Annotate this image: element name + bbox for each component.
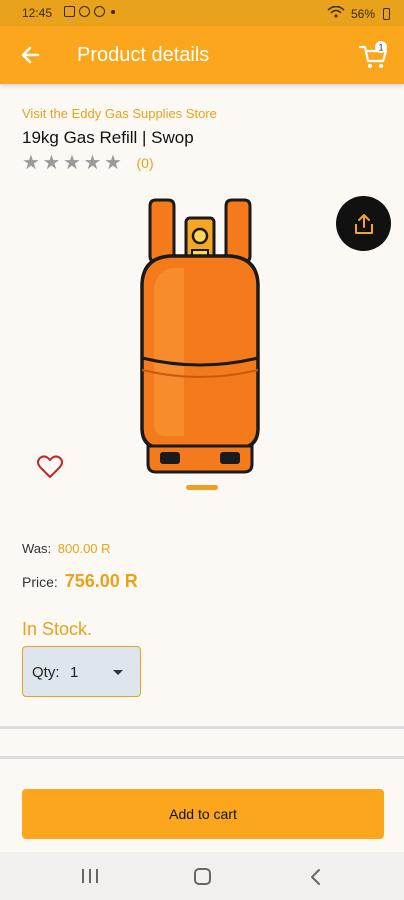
star-icon: ★ [104, 152, 122, 174]
gallery-notification-icon [64, 6, 75, 17]
nav-back-icon[interactable] [309, 868, 323, 886]
price-row: Price: 756.00 R [22, 571, 138, 592]
qty-label: Qty: [32, 664, 60, 681]
recent-apps-icon[interactable] [82, 869, 98, 883]
star-icon: ★ [42, 152, 61, 174]
heart-icon[interactable] [36, 454, 64, 480]
system-nav-bar [0, 852, 404, 900]
app-notification-icon [94, 6, 105, 17]
star-icon: ★ [22, 152, 40, 174]
was-price: 800.00 R [57, 541, 111, 556]
add-to-cart-button[interactable]: Add to cart [22, 789, 384, 839]
was-label: Was: [22, 541, 52, 556]
more-notifications-icon [111, 10, 115, 14]
app-notification-icon [79, 6, 90, 17]
divider [0, 726, 404, 729]
back-arrow-icon[interactable] [18, 42, 44, 68]
product-title: 19kg Gas Refill | Swop [22, 128, 194, 147]
rating-count: (0) [136, 155, 154, 171]
divider [0, 756, 404, 759]
share-icon [354, 213, 373, 234]
cart-count-badge: 1 [378, 43, 383, 53]
battery-icon [383, 7, 390, 20]
store-link[interactable]: Visit the Eddy Gas Supplies Store [22, 106, 217, 121]
star-icon: ★ [83, 152, 102, 174]
cart-icon[interactable]: 1 [358, 40, 390, 72]
rating[interactable]: ★ ★ ★ ★ ★ (0) [22, 153, 154, 173]
wifi-icon [327, 5, 345, 21]
star-icon: ★ [63, 152, 81, 174]
app-bar: Product details 1 [0, 26, 404, 84]
status-bar: 12:45 56% [0, 0, 404, 26]
status-system-icons: 56% [327, 5, 390, 21]
page-title: Product details [77, 44, 210, 66]
status-time: 12:45 [22, 6, 53, 20]
battery-level: 56% [350, 6, 375, 21]
image-pager-indicator [186, 485, 218, 490]
home-icon[interactable] [194, 868, 211, 885]
status-notification-icons [64, 6, 115, 17]
price-label: Price: [22, 574, 58, 590]
was-price-row: Was: 800.00 R [22, 541, 111, 556]
gas-cylinder-image [140, 198, 260, 474]
qty-value: 1 [70, 664, 79, 681]
product-image[interactable] [120, 196, 280, 478]
stock-status: In Stock. [22, 619, 93, 639]
price-value: 756.00 R [64, 571, 138, 591]
chevron-down-icon [113, 670, 123, 675]
share-button[interactable] [336, 196, 391, 251]
quantity-select[interactable]: Qty: 1 [22, 646, 141, 697]
